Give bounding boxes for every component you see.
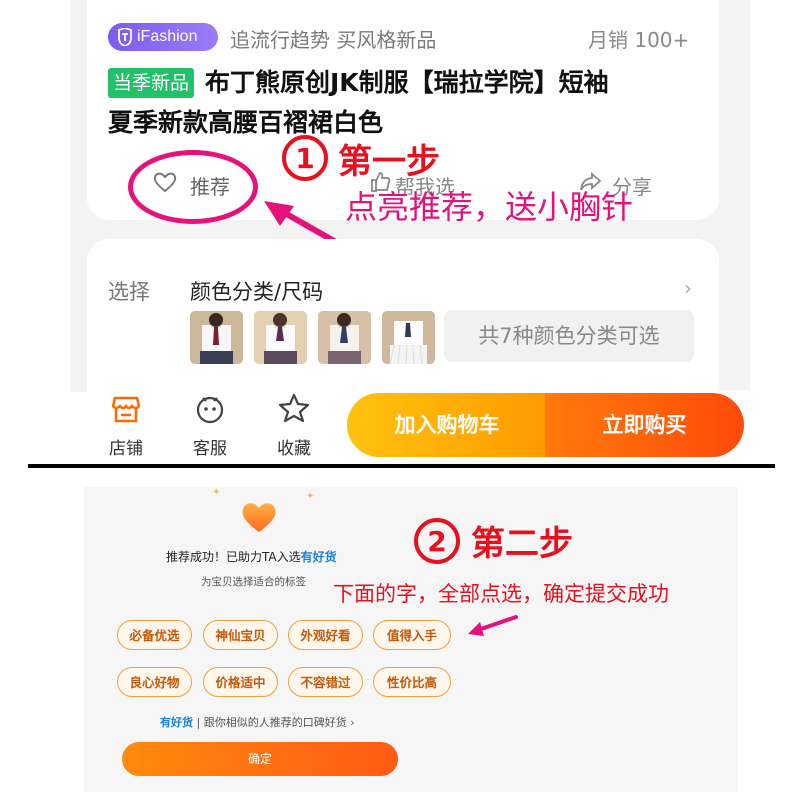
uniform-thumbnail-image <box>190 311 243 364</box>
tag-option[interactable]: 外观好看 <box>288 620 363 650</box>
product-title-line-1: 布丁熊原创JK制服【瑞拉学院】短袖 <box>205 68 609 97</box>
brand-badge-label: iFashion <box>137 28 198 45</box>
success-text: 推荐成功！已助力TA入选 <box>166 550 301 564</box>
tag-option[interactable]: 值得入手 <box>373 620 451 650</box>
tag-option[interactable]: 性价比高 <box>373 667 451 697</box>
customer-service-label: 客服 <box>193 439 227 459</box>
favorite-button[interactable]: 收藏 <box>259 392 329 459</box>
step-one-title: 第一步 <box>338 142 440 182</box>
chevron-right-icon[interactable]: › <box>684 276 692 300</box>
uniform-thumbnail-image <box>318 311 371 364</box>
sparkle-icon: ✦ <box>212 487 221 498</box>
select-label: 选择 <box>108 280 150 304</box>
customer-service-button[interactable]: 客服 <box>175 392 245 459</box>
step-one-number: 1 <box>282 135 328 181</box>
add-to-cart-button[interactable]: 加入购物车 <box>347 393 547 457</box>
service-face-icon <box>196 396 224 424</box>
sku-selector[interactable]: 颜色分类/尺码 <box>190 276 323 306</box>
ifashion-logo-icon <box>118 28 132 46</box>
recommend-success-message: 推荐成功！已助力TA入选有好货 <box>166 548 337 565</box>
shop-button[interactable]: 店铺 <box>91 392 161 459</box>
svg-text:1: 1 <box>295 142 314 175</box>
section-divider <box>28 464 775 468</box>
tag-option[interactable]: 神仙宝贝 <box>203 620 278 650</box>
tag-selection-hint: 为宝贝选择适合的标签 <box>201 576 306 588</box>
good-goods-highlight: 有好货 <box>300 550 337 564</box>
confirm-button[interactable]: 确定 <box>122 742 398 776</box>
ifashion-badge[interactable]: iFashion <box>108 23 218 51</box>
step-two-title: 第二步 <box>471 524 573 564</box>
tag-option[interactable]: 价格适中 <box>203 667 278 697</box>
shop-label: 店铺 <box>109 439 143 459</box>
brand-slogan: 追流行趋势 买风格新品 <box>230 28 437 52</box>
step-two-description: 下面的字，全部点选，确定提交成功 <box>333 582 669 606</box>
color-thumbnail[interactable] <box>382 311 435 364</box>
svg-text:2: 2 <box>427 525 446 558</box>
step-two-number: 2 <box>414 518 460 564</box>
good-goods-link[interactable]: 有好货 | 跟你相似的人推荐的口碑好货 › <box>160 714 355 730</box>
buy-now-button[interactable]: 立即购买 <box>545 393 744 457</box>
uniform-thumbnail-image <box>382 311 435 364</box>
heart-filled-icon <box>242 503 276 532</box>
color-thumbnail[interactable] <box>190 311 243 364</box>
uniform-thumbnail-image <box>254 311 307 364</box>
favorite-label: 收藏 <box>277 439 311 459</box>
color-thumbnail[interactable] <box>254 311 307 364</box>
store-icon <box>112 396 140 423</box>
sparkle-icon: ✦ <box>306 491 315 502</box>
new-season-tag: 当季新品 <box>108 68 195 98</box>
good-goods-link-brand: 有好货 <box>160 716 193 729</box>
step-one-description: 点亮推荐，送小胸针 <box>345 188 634 226</box>
tag-option[interactable]: 必备优选 <box>117 620 192 650</box>
tag-option[interactable]: 不容错过 <box>288 667 363 697</box>
annotation-highlight-circle <box>128 150 258 224</box>
good-goods-link-text: | 跟你相似的人推荐的口碑好货 › <box>193 716 355 729</box>
annotation-arrow-icon <box>468 615 518 636</box>
color-thumbnail[interactable] <box>318 311 371 364</box>
monthly-sales: 月销 100+ <box>588 28 690 52</box>
star-icon <box>278 393 310 423</box>
tag-option[interactable]: 良心好物 <box>117 667 192 697</box>
color-count-hint[interactable]: 共7种颜色分类可选 <box>444 310 694 362</box>
